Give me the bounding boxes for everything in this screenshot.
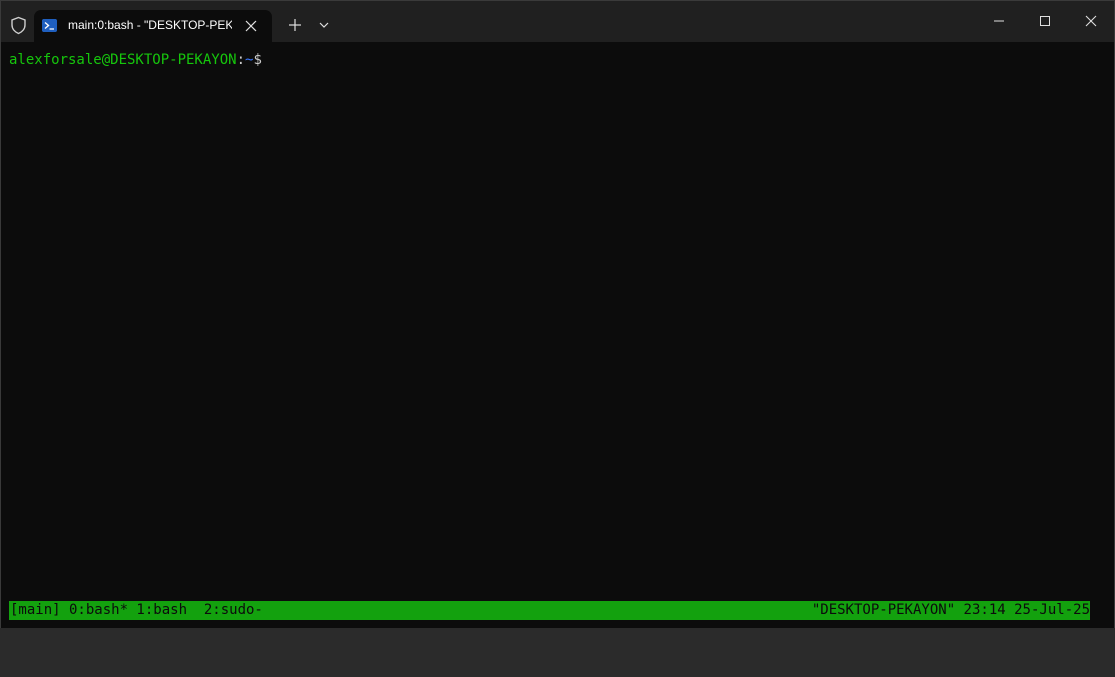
tab-main-bash[interactable]: main:0:bash - "DESKTOP-PEKA	[34, 10, 272, 42]
close-icon[interactable]	[1073, 7, 1109, 35]
tab-title: main:0:bash - "DESKTOP-PEKA	[68, 18, 232, 32]
shield-icon	[11, 16, 26, 35]
plus-icon[interactable]	[284, 14, 306, 36]
tmux-window-list[interactable]: [main] 0:bash* 1:bash 2:sudo-	[10, 601, 263, 620]
prompt-user-host: alexforsale@DESKTOP-PEKAYON	[9, 52, 237, 68]
terminal-window: main:0:bash - "DESKTOP-PEKA alexforsale@…	[0, 0, 1115, 628]
prompt-symbol: $	[253, 52, 262, 68]
shell-prompt: alexforsale@DESKTOP-PEKAYON:~$	[9, 51, 262, 69]
minimize-icon[interactable]	[981, 7, 1017, 35]
tmux-status-bar: [main] 0:bash* 1:bash 2:sudo- "DESKTOP-P…	[9, 601, 1090, 620]
prompt-colon: :	[236, 52, 246, 68]
close-icon[interactable]	[240, 15, 262, 37]
maximize-icon[interactable]	[1027, 7, 1063, 35]
title-bar: main:0:bash - "DESKTOP-PEKA	[1, 1, 1114, 42]
tmux-host-clock: "DESKTOP-PEKAYON" 23:14 25-Jul-25	[811, 602, 1090, 618]
terminal-pane[interactable]: alexforsale@DESKTOP-PEKAYON:~$ [main] 0:…	[1, 42, 1114, 628]
terminal-prompt-icon	[42, 19, 57, 32]
chevron-down-icon[interactable]	[313, 14, 335, 36]
